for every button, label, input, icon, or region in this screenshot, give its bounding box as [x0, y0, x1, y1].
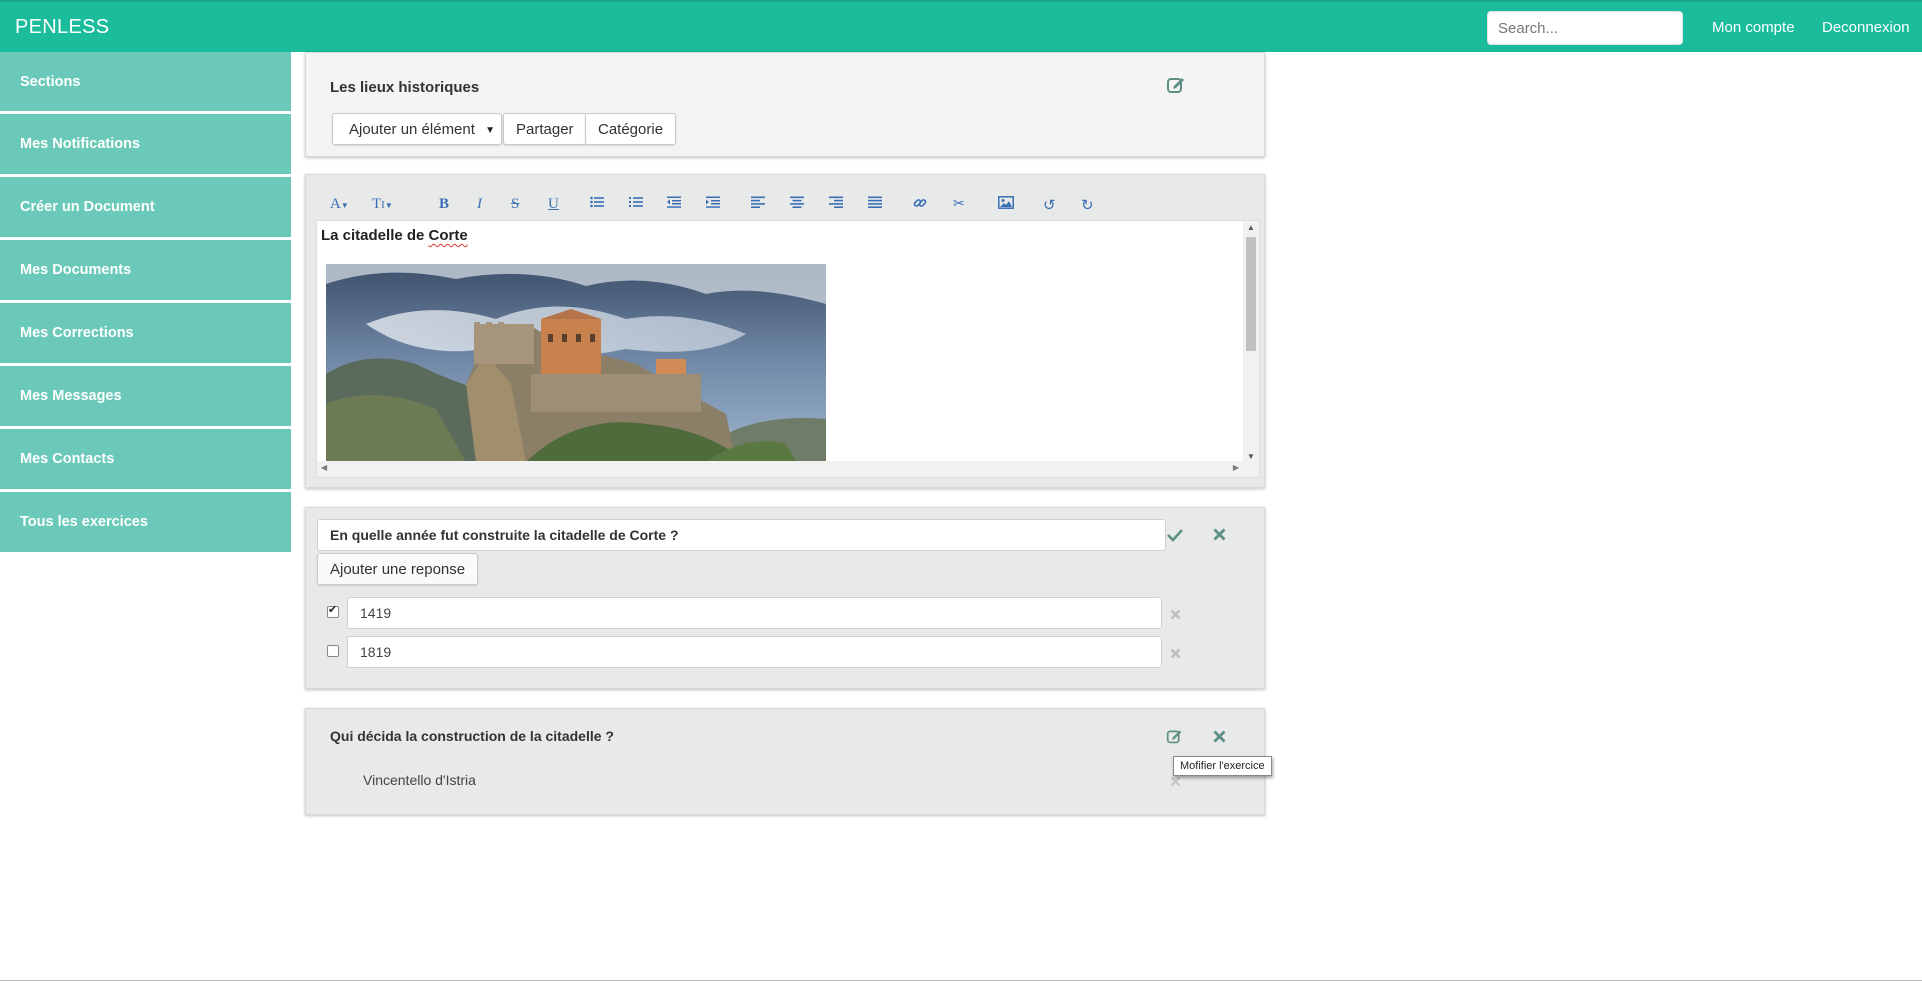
document-title: La citadelle de Corte: [321, 227, 468, 244]
editor-horizontal-scrollbar[interactable]: ◀ ▶: [317, 461, 1259, 477]
editor-panel: A▼ TI▼ B I S U ✂ ↺ ↻ La citadelle de Cor…: [305, 174, 1265, 488]
question-input[interactable]: En quelle année fut construite la citade…: [317, 519, 1166, 551]
cut-icon[interactable]: ✂: [953, 196, 965, 212]
question-2-title: Qui décida la construction de la citadel…: [330, 728, 614, 744]
section-header-panel: Les lieux historiques Ajouter un élément…: [305, 52, 1265, 157]
delete-exercise-icon[interactable]: [1213, 730, 1226, 743]
sidebar-item-corrections[interactable]: Mes Corrections: [0, 303, 291, 363]
align-justify-icon[interactable]: [868, 196, 882, 213]
edit-square-icon[interactable]: [1166, 75, 1186, 95]
delete-answer-2-icon[interactable]: [1170, 648, 1181, 659]
indent-icon[interactable]: [706, 196, 720, 213]
add-element-select[interactable]: Ajouter un élément ▼: [332, 113, 502, 145]
delete-answer-icon[interactable]: [1170, 776, 1181, 787]
sidebar-item-sections[interactable]: Sections: [0, 52, 291, 111]
top-navbar: PENLESS Mon compte Deconnexion: [0, 0, 1922, 52]
scroll-right-arrow-icon[interactable]: ▶: [1233, 463, 1239, 472]
delete-question-icon[interactable]: [1213, 528, 1226, 541]
strikethrough-icon[interactable]: S: [511, 196, 519, 213]
caret-down-icon: ▼: [485, 125, 495, 136]
search-input[interactable]: [1487, 11, 1683, 45]
sidebar: Sections Mes Notifications Créer un Docu…: [0, 52, 291, 555]
sidebar-item-all-exercises[interactable]: Tous les exercices: [0, 492, 291, 552]
share-button[interactable]: Partager: [503, 113, 587, 145]
editor-vertical-scrollbar[interactable]: ▲ ▼: [1243, 221, 1259, 463]
align-center-icon[interactable]: [790, 196, 804, 213]
outdent-icon[interactable]: [667, 196, 681, 213]
sidebar-item-create-document[interactable]: Créer un Document: [0, 177, 291, 237]
question-view-panel: Qui décida la construction de la citadel…: [305, 708, 1265, 815]
undo-icon[interactable]: ↺: [1043, 196, 1056, 214]
sidebar-item-contacts[interactable]: Mes Contacts: [0, 429, 291, 489]
answer-1-checkbox[interactable]: [327, 603, 339, 618]
logout-link[interactable]: Deconnexion: [1822, 19, 1910, 36]
my-account-link[interactable]: Mon compte: [1712, 19, 1795, 36]
answer-2-checkbox[interactable]: [327, 645, 339, 657]
align-right-icon[interactable]: [829, 196, 843, 213]
font-family-icon[interactable]: A▼: [330, 196, 349, 213]
page-bottom-border: [0, 980, 1922, 981]
edit-exercise-icon[interactable]: [1166, 728, 1183, 745]
citadel-photo: [326, 264, 826, 462]
document-title-text: La citadelle de: [321, 227, 429, 244]
align-left-icon[interactable]: [751, 196, 765, 213]
brand-logo[interactable]: PENLESS: [15, 16, 109, 39]
scroll-thumb[interactable]: [1246, 237, 1256, 351]
category-button[interactable]: Catégorie: [585, 113, 677, 145]
scroll-down-arrow-icon[interactable]: ▼: [1247, 452, 1255, 461]
image-icon[interactable]: [998, 196, 1014, 214]
section-title: Les lieux historiques: [330, 79, 480, 96]
question-2-answer: Vincentello d'Istria: [363, 772, 476, 788]
sidebar-item-messages[interactable]: Mes Messages: [0, 366, 291, 426]
add-element-label: Ajouter un élément: [349, 120, 475, 138]
delete-answer-1-icon[interactable]: [1170, 609, 1181, 620]
redo-icon[interactable]: ↻: [1081, 196, 1094, 214]
link-icon[interactable]: [913, 196, 927, 215]
validate-check-icon[interactable]: [1167, 528, 1183, 542]
scroll-up-arrow-icon[interactable]: ▲: [1247, 223, 1255, 232]
numbered-list-icon[interactable]: [629, 196, 643, 213]
bold-icon[interactable]: B: [439, 196, 449, 213]
scroll-left-arrow-icon[interactable]: ◀: [321, 463, 327, 472]
font-size-icon[interactable]: TI▼: [372, 196, 393, 213]
sidebar-item-notifications[interactable]: Mes Notifications: [0, 114, 291, 174]
question-edit-panel: En quelle année fut construite la citade…: [305, 507, 1265, 689]
answer-2-input[interactable]: 1819: [347, 636, 1162, 668]
underline-icon[interactable]: U: [548, 196, 559, 213]
edit-exercise-tooltip: Mofifier l'exercice: [1173, 756, 1272, 776]
answer-1-input[interactable]: 1419: [347, 597, 1162, 629]
sidebar-item-documents[interactable]: Mes Documents: [0, 240, 291, 300]
document-title-misspelled-word: Corte: [428, 227, 468, 244]
italic-icon[interactable]: I: [477, 196, 482, 213]
add-answer-button[interactable]: Ajouter une reponse: [317, 553, 479, 585]
bullet-list-icon[interactable]: [590, 196, 604, 213]
editor-content[interactable]: La citadelle de Corte ▲ ▼ ◀ ▶: [316, 220, 1260, 478]
